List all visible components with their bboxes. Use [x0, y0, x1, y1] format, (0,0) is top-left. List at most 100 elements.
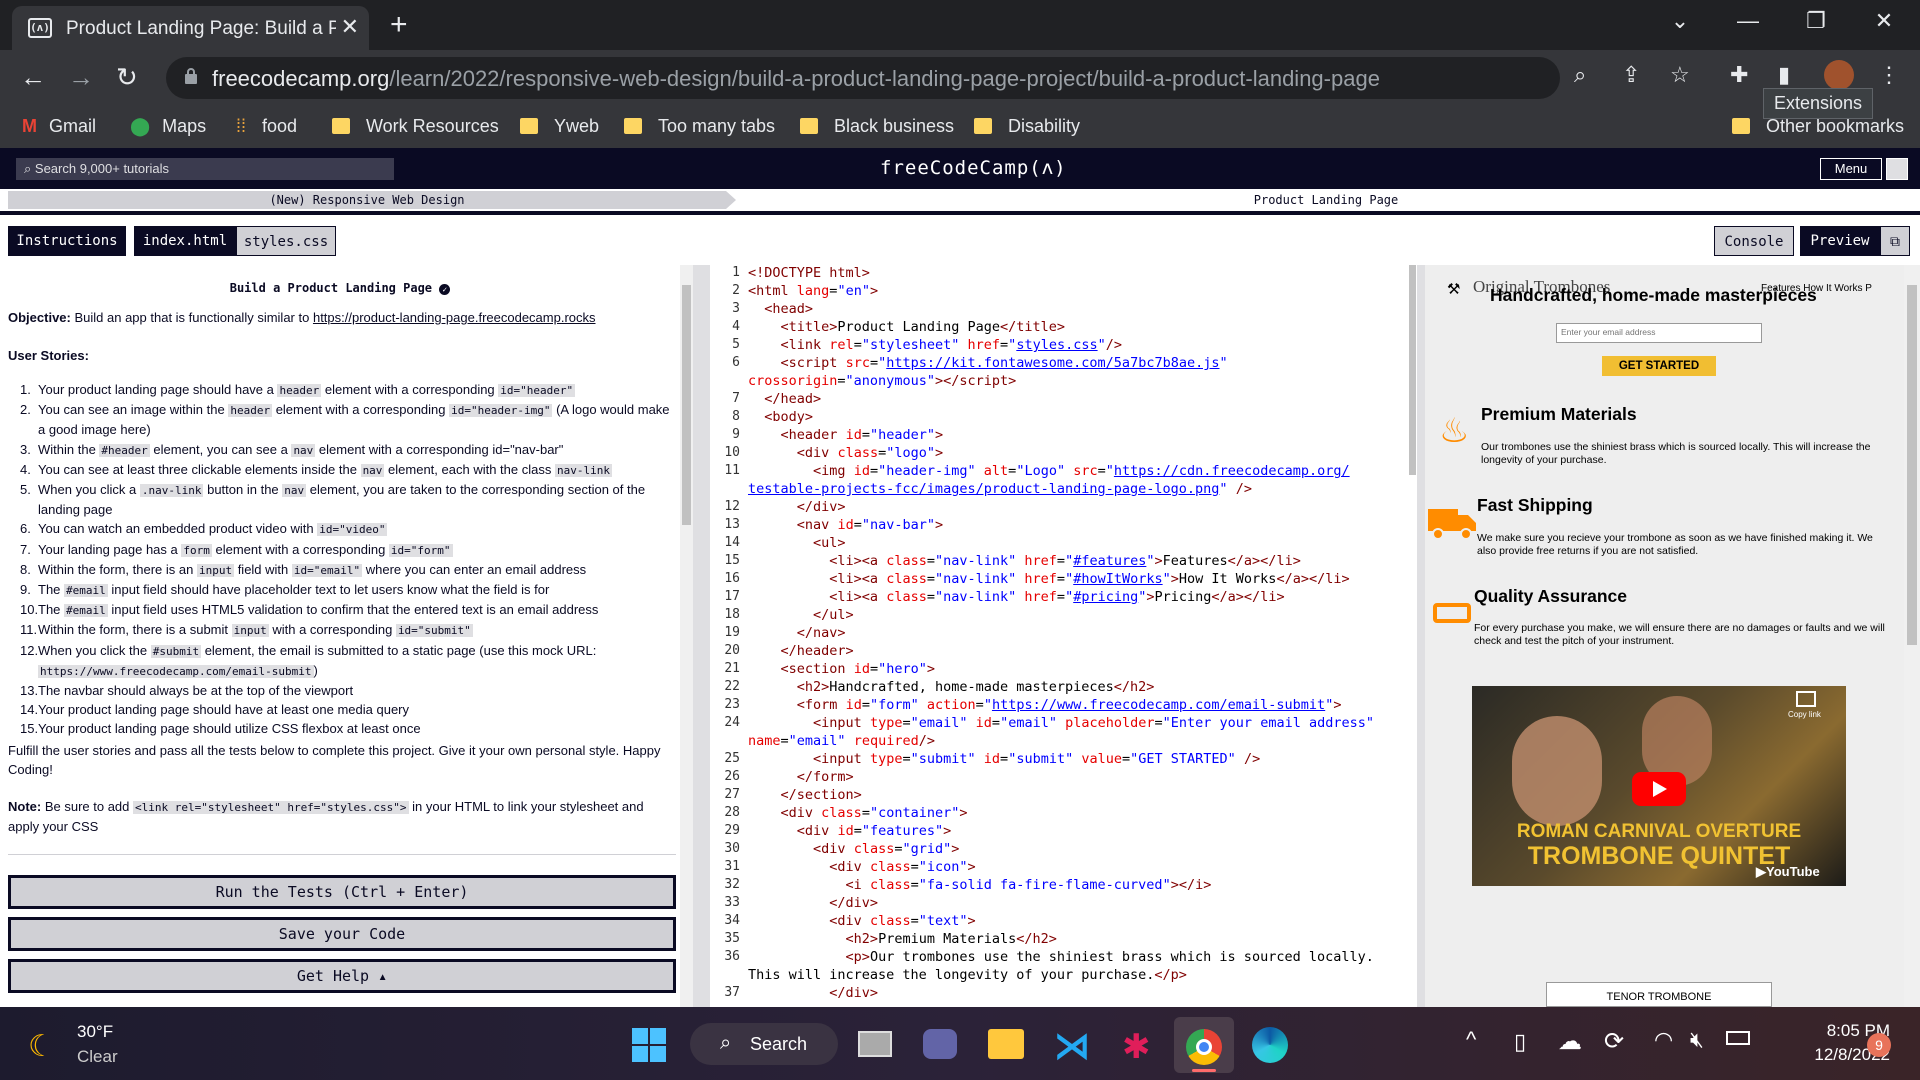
tab-console[interactable]: Console: [1714, 226, 1794, 256]
taskbar: ☾ 30°F Clear ⌕ Search ⋊ ✱ ^ ▯ ☁ ⟳ ◠ 🔇︎ 8…: [0, 1007, 1920, 1080]
usb-device-icon[interactable]: ▯: [1514, 1029, 1526, 1055]
line-number-gutter: 1 2 3 4 5 6 7 8 9 10 11 12 13 14 15 16 17 18 19 20 21 22 23 24 2…: [710, 265, 746, 1007]
profile-avatar[interactable]: [1824, 60, 1854, 90]
teams-chat-icon[interactable]: [923, 1029, 957, 1059]
youtube-logo[interactable]: ▶YouTube: [1756, 864, 1820, 880]
get-started-button[interactable]: GET STARTED: [1602, 356, 1716, 376]
breadcrumb-course[interactable]: (New) Responsive Web Design: [8, 191, 726, 209]
scrollbar-thumb[interactable]: [1907, 285, 1917, 645]
bookmark-folder-yweb[interactable]: Yweb: [520, 116, 599, 137]
edge-icon[interactable]: [1252, 1027, 1288, 1063]
side-panel-icon[interactable]: ▮: [1778, 62, 1790, 88]
user-story-item: 9. The #email input field should have pla…: [20, 580, 670, 600]
bookmark-folder-work[interactable]: Work Resources: [332, 116, 499, 137]
story-code: nav-link: [554, 463, 612, 477]
editor-scrollbar[interactable]: [1408, 265, 1417, 1007]
breadcrumb-project[interactable]: Product Landing Page: [740, 191, 1912, 209]
instructions-scrollbar[interactable]: [680, 265, 693, 1007]
menu-button[interactable]: Menu: [1820, 158, 1882, 180]
story-code: input: [196, 563, 235, 577]
battery-status-icon[interactable]: [1726, 1031, 1750, 1045]
code-line: <form id="form" action="https://www.free…: [796, 697, 1342, 713]
tab-index-html[interactable]: index.html: [134, 226, 236, 256]
story-text: You can see an image within the: [38, 402, 229, 418]
scrollbar-thumb[interactable]: [1409, 265, 1416, 475]
email-input[interactable]: Enter your email address: [1556, 323, 1762, 343]
preview-pane: ⚒ Original Trombones Features How It Wor…: [1425, 265, 1904, 1007]
story-code: #header: [99, 443, 150, 457]
address-bar[interactable]: freecodecamp.org/learn/2022/responsive-w…: [166, 57, 1560, 99]
sync-icon[interactable]: ⟳: [1604, 1027, 1624, 1056]
tab-preview[interactable]: Preview: [1800, 226, 1880, 256]
scrollbar-thumb[interactable]: [682, 285, 691, 525]
bookmark-maps[interactable]: ⬤ Maps: [130, 116, 206, 137]
product-video[interactable]: ROMAN CARNIVAL OVERTURE TROMBONE QUINTET…: [1472, 686, 1846, 886]
line-number: 30: [724, 841, 740, 856]
youtube-play-icon[interactable]: [1632, 772, 1686, 806]
weather-temp[interactable]: 30°F: [77, 1022, 113, 1042]
code-content[interactable]: <!DOCTYPE html> <html lang="en"> <head> …: [748, 265, 1408, 1007]
extensions-icon[interactable]: ✚: [1730, 62, 1748, 88]
more-menu-icon[interactable]: ⋮: [1878, 62, 1900, 88]
show-hidden-icons[interactable]: ^: [1466, 1027, 1476, 1053]
popout-preview-icon[interactable]: ⧉: [1880, 226, 1910, 256]
code-editor[interactable]: 1 2 3 4 5 6 7 8 9 10 11 12 13 14 15 16 17 18 19 20 21 22 23 24 2…: [710, 265, 1417, 1007]
bookmark-folder-disability[interactable]: Disability: [974, 116, 1080, 137]
restore-icon[interactable]: ❐: [1796, 8, 1836, 34]
bookmark-folder-tabs[interactable]: Too many tabs: [624, 116, 775, 137]
file-explorer-icon[interactable]: [988, 1029, 1024, 1059]
challenge-title: Build a Product Landing Page ✓: [8, 279, 672, 298]
user-avatar[interactable]: [1886, 158, 1908, 180]
code-line: <div class="logo">: [796, 445, 944, 461]
weather-condition[interactable]: Clear: [77, 1047, 118, 1067]
save-code-button[interactable]: Save your Code: [8, 917, 676, 951]
vscode-icon[interactable]: ⋊: [1054, 1025, 1090, 1067]
windows-start-icon[interactable]: [632, 1028, 666, 1062]
pane-resizer[interactable]: [693, 265, 710, 1007]
volume-muted-icon[interactable]: 🔇︎: [1690, 1027, 1704, 1053]
breadcrumb-arrow: [726, 191, 736, 209]
slack-icon[interactable]: ✱: [1122, 1027, 1151, 1067]
objective-link[interactable]: https://product-landing-page.freecodecam…: [313, 310, 596, 325]
taskbar-search[interactable]: ⌕ Search: [690, 1023, 838, 1065]
bookmark-star-icon[interactable]: ☆: [1670, 62, 1690, 88]
fire-flame-icon: ♨: [1439, 412, 1470, 450]
close-window-icon[interactable]: ✕: [1864, 8, 1904, 34]
close-tab-icon[interactable]: ✕: [341, 14, 359, 40]
forward-icon[interactable]: →: [68, 62, 94, 93]
tab-search-icon[interactable]: ⌄: [1660, 8, 1700, 34]
wifi-icon[interactable]: ◠: [1654, 1027, 1673, 1053]
bookmark-food[interactable]: ⁞⁞ food: [236, 116, 297, 137]
get-help-button[interactable]: Get Help ▴: [8, 959, 676, 993]
battery-icon: [1433, 603, 1471, 623]
minimize-icon[interactable]: —: [1728, 8, 1768, 34]
bookmark-folder-black-business[interactable]: Black business: [800, 116, 954, 137]
code-line: </header>: [780, 643, 854, 659]
pane-resizer[interactable]: [1417, 265, 1425, 1007]
tab-instructions[interactable]: Instructions: [8, 226, 126, 256]
browser-tab[interactable]: (ʌ) Product Landing Page: Build a Produc…: [12, 6, 369, 50]
task-view-icon[interactable]: [858, 1031, 892, 1057]
bookmark-gmail[interactable]: M Gmail: [22, 116, 96, 137]
back-icon[interactable]: ←: [20, 62, 46, 93]
preview-scrollbar[interactable]: [1904, 265, 1920, 1007]
code-line: <script src="https://kit.fontawesome.com…: [780, 355, 1228, 371]
share-icon[interactable]: ⇪: [1622, 62, 1640, 88]
tab-styles-css[interactable]: styles.css: [236, 226, 336, 256]
notification-badge[interactable]: 9: [1867, 1033, 1891, 1057]
search-input[interactable]: ⌕ Search 9,000+ tutorials: [16, 158, 394, 180]
fcc-logo[interactable]: freeCodeCamp(ʌ): [880, 157, 1067, 179]
bookmark-folder-other[interactable]: Other bookmarks: [1732, 116, 1904, 137]
chrome-taskbar-button[interactable]: [1174, 1017, 1234, 1073]
feature-title: Quality Assurance: [1474, 586, 1628, 606]
story-code: id="form": [388, 543, 453, 557]
zoom-icon[interactable]: ⌕: [1574, 62, 1586, 88]
editor-toolbar: Instructions index.html styles.css Conso…: [0, 215, 1920, 265]
run-tests-button[interactable]: Run the Tests (Ctrl + Enter): [8, 875, 676, 909]
new-tab-icon[interactable]: +: [390, 8, 408, 42]
copy-link-icon[interactable]: [1796, 691, 1816, 707]
onedrive-icon[interactable]: ☁: [1558, 1027, 1582, 1056]
instructions-pane: Build a Product Landing Page ✓ Objective…: [0, 265, 693, 1007]
breadcrumb: (New) Responsive Web Design Product Land…: [0, 189, 1920, 211]
reload-icon[interactable]: ↻: [116, 62, 138, 93]
